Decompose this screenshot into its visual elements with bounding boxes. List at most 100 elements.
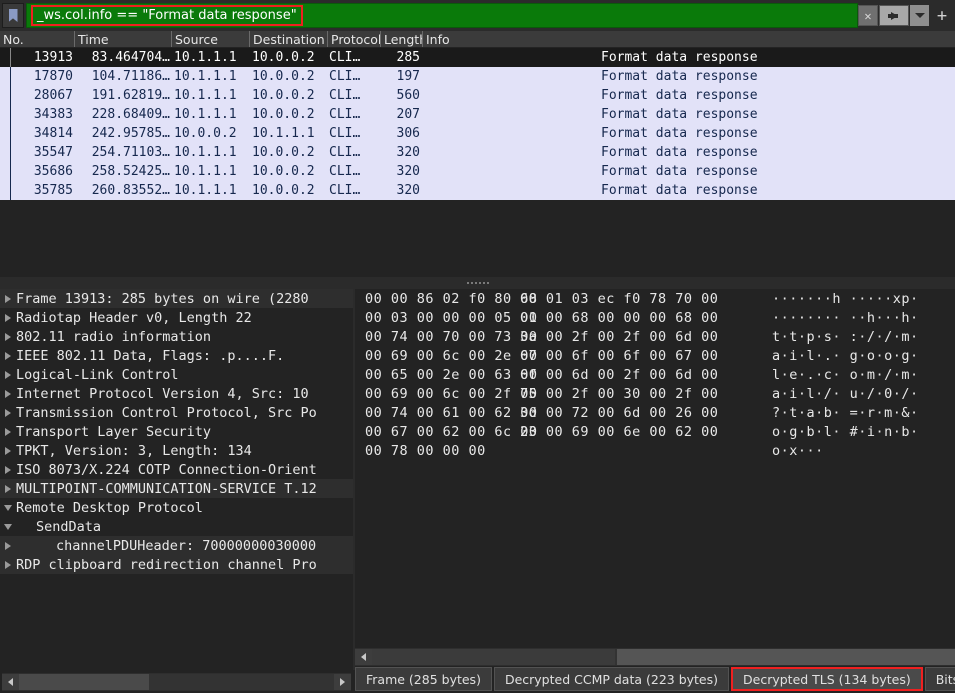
chevron-right-icon[interactable] — [0, 314, 16, 322]
detail-tree-item[interactable]: Radiotap Header v0, Length 22 — [0, 308, 353, 327]
packet-cell-src: 10.1.1.1 — [174, 88, 237, 103]
hex-dump-row[interactable]: 00 00 86 02 f0 80 68 00 01 03 ec f0 78 70… — [355, 289, 955, 308]
packet-row[interactable]: 34814 242.95785… 10.0.0.2 10.1.1.1 CLI… 306 Fo… — [0, 124, 955, 143]
detail-tree-item[interactable]: Transport Layer Security — [0, 422, 353, 441]
detail-tree-item[interactable]: Transmission Control Protocol, Src Po — [0, 403, 353, 422]
detail-scroll-thumb[interactable] — [19, 674, 149, 690]
chevron-right-icon[interactable] — [0, 333, 16, 341]
hex-dump-row[interactable]: 00 74 00 61 00 62 00 3d 00 72 00 6d 00 26… — [355, 403, 955, 422]
hex-dump-row[interactable]: 00 69 00 6c 00 2e 00 67 00 6f 00 6f 00 67… — [355, 346, 955, 365]
detail-tree-label: Frame 13913: 285 bytes on wire (2280 — [16, 290, 309, 307]
add-filter-button[interactable]: + — [930, 5, 954, 26]
packet-row[interactable]: 35686 258.52425… 10.1.1.1 10.0.0.2 CLI… 320 Fo… — [0, 162, 955, 181]
hex-dump-row[interactable]: 00 74 00 70 00 73 00 3a 00 2f 00 2f 00 6d… — [355, 327, 955, 346]
chevron-down-icon[interactable] — [0, 505, 16, 511]
bytes-source-tab[interactable]: Bitstring tvb (1 byte) — [924, 667, 955, 691]
packet-cell-no: 34383 — [33, 107, 73, 122]
column-header-destination[interactable]: Destination — [250, 31, 328, 47]
hex-dump-row[interactable]: 00 78 00 00 00 o·x··· — [355, 441, 955, 460]
detail-tree-label: 802.11 radio information — [16, 328, 212, 345]
packet-rows-container: 13913 83.464704… 10.1.1.1 10.0.0.2 CLI… 285 Fo… — [0, 48, 955, 200]
packet-row[interactable]: 35785 260.83552… 10.1.1.1 10.0.0.2 CLI… 320 Fo… — [0, 181, 955, 200]
bytes-source-tab[interactable]: Decrypted TLS (134 bytes) — [731, 667, 923, 691]
packet-cell-info: Format data response — [601, 145, 758, 160]
hex-scroll-thumb[interactable] — [617, 649, 955, 665]
packet-details-pane[interactable]: Frame 13913: 285 bytes on wire (2280 Radi… — [0, 289, 353, 670]
chevron-down-icon[interactable] — [0, 524, 16, 530]
packet-row-gutter — [0, 48, 10, 67]
bytes-source-tabs: Frame (285 bytes) Decrypted CCMP data (22… — [355, 667, 955, 693]
chevron-right-icon[interactable] — [0, 409, 16, 417]
detail-tree-item[interactable]: Frame 13913: 285 bytes on wire (2280 — [0, 289, 353, 308]
filter-input[interactable]: _ws.col.info == "Format data response" — [26, 3, 858, 28]
scroll-left-icon[interactable] — [355, 649, 372, 665]
scroll-right-icon[interactable] — [334, 674, 351, 690]
pane-splitter[interactable] — [0, 277, 955, 289]
packet-cell-len: 197 — [396, 69, 420, 84]
detail-tree-item[interactable]: Internet Protocol Version 4, Src: 10 — [0, 384, 353, 403]
hex-pane-hscrollbar[interactable] — [355, 648, 955, 666]
chevron-right-icon[interactable] — [0, 466, 16, 474]
hex-dump-row[interactable]: 00 69 00 6c 00 2f 00 75 00 2f 00 30 00 2f… — [355, 384, 955, 403]
chevron-right-icon[interactable] — [0, 485, 16, 493]
hex-dump-row[interactable]: 00 67 00 62 00 6c 00 23 00 69 00 6e 00 62… — [355, 422, 955, 441]
detail-tree-item[interactable]: IEEE 802.11 Data, Flags: .p....F. — [0, 346, 353, 365]
detail-tree-item[interactable]: ISO 8073/X.224 COTP Connection-Orient — [0, 460, 353, 479]
wireshark-window: _ws.col.info == "Format data response" ✕… — [0, 0, 955, 693]
packet-row[interactable]: 17870 104.71186… 10.1.1.1 10.0.0.2 CLI… 197 Fo… — [0, 67, 955, 86]
detail-tree-item[interactable]: SendData — [0, 517, 353, 536]
apply-filter-button[interactable] — [879, 5, 909, 26]
detail-tree-item[interactable]: Logical-Link Control — [0, 365, 353, 384]
column-header-no[interactable]: No. — [0, 31, 75, 47]
detail-tree-item[interactable]: TPKT, Version: 3, Length: 134 — [0, 441, 353, 460]
bookmark-icon[interactable] — [2, 3, 24, 28]
hex-scroll-track[interactable] — [372, 649, 955, 665]
packet-cell-len: 320 — [396, 183, 420, 198]
detail-tree-item[interactable]: Remote Desktop Protocol — [0, 498, 353, 517]
detail-tree-item[interactable]: RDP clipboard redirection channel Pro — [0, 555, 353, 574]
packet-row[interactable]: 35547 254.71103… 10.1.1.1 10.0.0.2 CLI… 320 Fo… — [0, 143, 955, 162]
detail-tree-label: RDP clipboard redirection channel Pro — [16, 556, 317, 573]
chevron-right-icon[interactable] — [0, 447, 16, 455]
tab-label: Frame (285 bytes) — [366, 671, 481, 687]
scroll-left-icon[interactable] — [2, 674, 19, 690]
detail-tree-item[interactable]: channelPDUHeader: 70000000030000 — [0, 536, 353, 555]
packet-cell-proto: CLI… — [329, 107, 361, 122]
packet-row[interactable]: 13913 83.464704… 10.1.1.1 10.0.0.2 CLI… 285 Fo… — [0, 48, 955, 67]
chevron-right-icon[interactable] — [0, 428, 16, 436]
chevron-right-icon[interactable] — [0, 542, 16, 550]
bytes-source-tab[interactable]: Frame (285 bytes) — [355, 667, 492, 691]
packet-row[interactable]: 28067 191.62819… 10.1.1.1 10.0.0.2 CLI… 560 Fo… — [0, 86, 955, 105]
detail-tree-item[interactable]: MULTIPOINT-COMMUNICATION-SERVICE T.12 — [0, 479, 353, 498]
hex-scroll-thumb-left[interactable] — [372, 649, 615, 665]
packet-list-pane[interactable]: No. Time Source Destination Protocol Len… — [0, 31, 955, 277]
packet-row-gutter — [0, 181, 10, 200]
detail-pane-hscrollbar[interactable] — [2, 673, 351, 691]
column-header-length[interactable]: Length — [381, 31, 423, 47]
chevron-right-icon[interactable] — [0, 352, 16, 360]
chevron-right-icon[interactable] — [0, 295, 16, 303]
packet-cell-dst: 10.0.0.2 — [252, 183, 315, 198]
packet-bytes-pane[interactable]: 00 00 86 02 f0 80 68 00 01 03 ec f0 78 70… — [355, 289, 955, 641]
detail-scroll-track[interactable] — [19, 674, 334, 690]
detail-tree-label: TPKT, Version: 3, Length: 134 — [16, 442, 252, 459]
clear-filter-button[interactable]: ✕ — [858, 5, 878, 26]
packet-row[interactable]: 34383 228.68409… 10.1.1.1 10.0.0.2 CLI… 207 Fo… — [0, 105, 955, 124]
packet-cell-time: 228.68409… — [91, 107, 170, 122]
chevron-right-icon[interactable] — [0, 561, 16, 569]
packet-cell-no: 17870 — [33, 69, 73, 84]
hex-dump-row[interactable]: 00 03 00 00 00 05 00 01 00 68 00 00 00 68… — [355, 308, 955, 327]
chevron-right-icon[interactable] — [0, 390, 16, 398]
hex-dump-row[interactable]: 00 65 00 2e 00 63 00 6f 00 6d 00 2f 00 6d… — [355, 365, 955, 384]
packet-row-gutter — [0, 124, 10, 143]
hex-ascii-column: a·i·l·/· u·/·0·/· — [772, 385, 919, 402]
filter-history-dropdown[interactable] — [910, 5, 929, 26]
bytes-source-tab[interactable]: Decrypted CCMP data (223 bytes) — [493, 667, 730, 691]
detail-tree-label: Transport Layer Security — [16, 423, 212, 440]
column-header-info[interactable]: Info — [423, 31, 955, 47]
detail-tree-item[interactable]: 802.11 radio information — [0, 327, 353, 346]
column-header-time[interactable]: Time — [75, 31, 172, 47]
chevron-right-icon[interactable] — [0, 371, 16, 379]
column-header-source[interactable]: Source — [172, 31, 250, 47]
column-header-protocol[interactable]: Protocol — [328, 31, 381, 47]
